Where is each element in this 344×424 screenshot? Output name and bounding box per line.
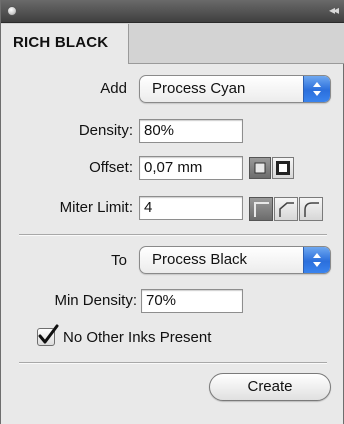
close-icon[interactable] — [7, 6, 17, 16]
section-divider — [19, 362, 327, 364]
popup-arrows-icon — [303, 76, 330, 102]
min-density-field[interactable]: 70% — [141, 289, 243, 313]
panel-title-bar[interactable]: ◂◂ — [1, 0, 344, 23]
no-other-inks-label[interactable]: No Other Inks Present — [63, 328, 211, 348]
offset-outside-icon[interactable] — [249, 157, 271, 179]
density-label: Density: — [78, 122, 133, 139]
bevel-join-icon[interactable] — [274, 197, 298, 221]
add-label: Add — [100, 80, 127, 97]
round-join-icon[interactable] — [299, 197, 323, 221]
offset-label: Offset: — [89, 159, 133, 176]
no-other-inks-checkbox[interactable] — [37, 324, 59, 346]
density-field[interactable]: 80% — [139, 119, 243, 143]
offset-field[interactable]: 0,07 mm — [139, 156, 243, 180]
collapse-icon[interactable]: ◂◂ — [329, 3, 339, 17]
tab-strip: RICH BLACK — [1, 23, 344, 64]
offset-inside-icon[interactable] — [272, 157, 294, 179]
add-ink-value: Process Cyan — [152, 80, 246, 97]
checkmark-icon — [38, 324, 59, 344]
miter-join-icon[interactable] — [249, 197, 273, 221]
rich-black-panel: ◂◂ RICH BLACK Add Process Cyan Density: … — [0, 0, 344, 424]
section-divider — [19, 234, 327, 236]
add-ink-popup[interactable]: Process Cyan — [139, 75, 331, 103]
popup-arrows-icon — [303, 247, 330, 273]
miter-limit-value: 4 — [144, 199, 153, 216]
to-ink-value: Process Black — [152, 251, 248, 268]
miter-limit-field[interactable]: 4 — [139, 196, 243, 220]
miter-limit-label: Miter Limit: — [59, 199, 133, 216]
offset-value: 0,07 mm — [144, 159, 203, 176]
create-button[interactable]: Create — [209, 373, 331, 401]
to-label: To — [111, 252, 127, 269]
tab-rich-black[interactable]: RICH BLACK — [1, 24, 129, 64]
min-density-label: Min Density: — [54, 292, 137, 309]
to-ink-popup[interactable]: Process Black — [139, 246, 331, 274]
min-density-value: 70% — [146, 292, 177, 309]
density-value: 80% — [144, 122, 175, 139]
